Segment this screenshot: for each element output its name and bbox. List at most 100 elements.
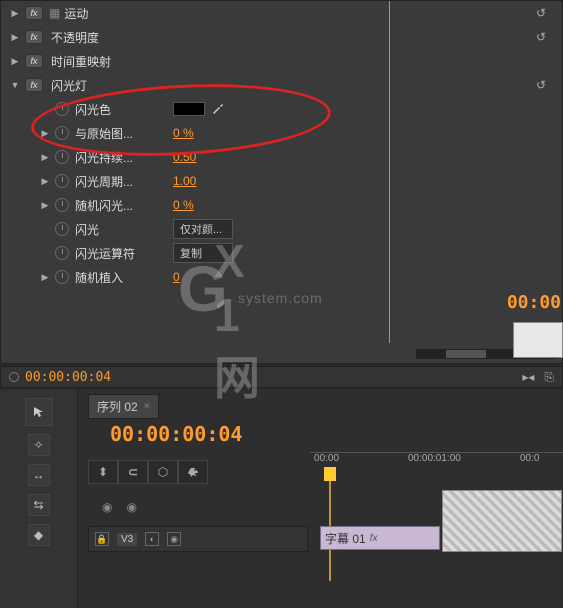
ruler-tick: 00:00: [314, 453, 339, 464]
tab-label: 序列 02: [97, 398, 138, 415]
prop-value[interactable]: 0: [173, 270, 180, 284]
snap-icon[interactable]: ▸◂: [522, 370, 534, 385]
rate-tool[interactable]: ⇆: [28, 494, 50, 516]
tool-column: ✧ ↔ ⇆ ◆: [0, 390, 78, 608]
prop-random: ▶ 随机闪光... 0 %: [1, 193, 562, 217]
eye-icon[interactable]: ◉: [102, 500, 112, 514]
nest-icon[interactable]: ⬍: [88, 460, 118, 484]
settings-icon[interactable]: [178, 460, 208, 484]
ruler-tick: 00:00:01:00: [408, 453, 461, 464]
reset-icon[interactable]: ↺: [532, 5, 550, 21]
prop-label: 随机闪光...: [75, 197, 165, 214]
effect-timeremap[interactable]: ▶ fx 时间重映射: [1, 49, 562, 73]
reset-icon[interactable]: ↺: [532, 29, 550, 45]
stopwatch-icon[interactable]: [55, 102, 69, 116]
twirl-icon[interactable]: ▶: [39, 176, 51, 187]
prop-value[interactable]: 0.50: [173, 150, 196, 164]
timeline-toolbar: ⬍ ⊂ ⬡: [88, 460, 208, 484]
dropdown[interactable]: 仅对颜...: [173, 219, 233, 239]
prop-label: 闪光: [75, 221, 165, 238]
effect-label: 运动: [64, 5, 88, 22]
twirl-icon[interactable]: ▶: [39, 272, 51, 283]
timeline-panel: ✧ ↔ ⇆ ◆ 序列 02 × 00:00:00:04 ⬍ ⊂ ⬡ 00:00 …: [0, 390, 563, 608]
export-icon[interactable]: ⎘: [544, 370, 554, 385]
fx-badge[interactable]: fx: [25, 54, 43, 68]
twirl-icon[interactable]: ▼: [9, 80, 21, 90]
prop-value[interactable]: 0 %: [173, 126, 194, 140]
fx-badge[interactable]: fx: [25, 78, 43, 92]
timeline-timecode[interactable]: 00:00:00:04: [110, 422, 242, 446]
track-header-v3[interactable]: 🔒 V3 ◐ ◉: [88, 526, 308, 552]
playhead-icon[interactable]: [324, 467, 336, 481]
eyedropper-icon[interactable]: [211, 101, 225, 118]
prop-label: 随机植入: [75, 269, 165, 286]
effect-label: 不透明度: [51, 29, 99, 46]
status-timecode[interactable]: 00:00:00:04: [25, 370, 111, 385]
stopwatch-icon[interactable]: [55, 246, 69, 260]
prop-label: 闪光周期...: [75, 173, 165, 190]
ruler-tick: 00:0: [520, 453, 539, 464]
status-bar: 00:00:00:04 ▸◂ ⎘: [0, 366, 563, 388]
prop-label: 闪光运算符: [75, 245, 165, 262]
twirl-icon[interactable]: ▶: [39, 200, 51, 211]
motion-extra-icon: ▦: [49, 6, 60, 20]
prop-seed: ▶ 随机植入 0: [1, 265, 562, 289]
track-select-tool[interactable]: ✧: [28, 434, 50, 456]
stopwatch-icon[interactable]: [55, 126, 69, 140]
close-icon[interactable]: ×: [144, 401, 150, 412]
ripple-tool[interactable]: ↔: [28, 464, 50, 486]
sequence-tab[interactable]: 序列 02 ×: [88, 394, 159, 419]
record-icon[interactable]: [9, 372, 19, 382]
twirl-icon[interactable]: ▶: [39, 152, 51, 163]
prop-strobe-color: 闪光色: [1, 97, 562, 121]
eye-icon[interactable]: ◉: [167, 532, 181, 546]
twirl-icon[interactable]: ▶: [9, 8, 21, 19]
lock-icon[interactable]: 🔒: [95, 532, 109, 546]
selection-tool[interactable]: [25, 398, 53, 426]
prop-operator: 闪光运算符 复制: [1, 241, 562, 265]
eye-icon[interactable]: ◉: [126, 500, 136, 514]
prop-period: ▶ 闪光周期... 1.00: [1, 169, 562, 193]
fx-badge[interactable]: fx: [25, 6, 43, 20]
marker-icon[interactable]: ⬡: [148, 460, 178, 484]
twirl-icon[interactable]: ▶: [9, 56, 21, 67]
twirl-icon[interactable]: ▶: [39, 128, 51, 139]
effects-panel: ▶ fx ▦ 运动 ↺ ▶ fx 不透明度 ↺ ▶ fx 时间重映射 ▼ fx …: [0, 0, 563, 364]
right-timecode: 00:00: [507, 292, 561, 313]
scrollbar-thumb[interactable]: [446, 350, 486, 358]
prop-label: 闪光持续...: [75, 149, 165, 166]
razor-tool[interactable]: ◆: [28, 524, 50, 546]
stopwatch-icon[interactable]: [55, 198, 69, 212]
effect-label: 闪光灯: [51, 77, 87, 94]
prop-duration: ▶ 闪光持续... 0.50: [1, 145, 562, 169]
prop-value[interactable]: 1.00: [173, 174, 196, 188]
track-header-row: ◉ ◉: [88, 496, 308, 518]
snap-icon[interactable]: ⊂: [118, 460, 148, 484]
time-ruler[interactable]: 00:00 00:00:01:00 00:0: [310, 452, 563, 486]
stopwatch-icon[interactable]: [55, 150, 69, 164]
stopwatch-icon[interactable]: [55, 270, 69, 284]
color-swatch[interactable]: [173, 102, 205, 116]
timeline-main: 序列 02 × 00:00:00:04 ⬍ ⊂ ⬡ 00:00 00:00:01…: [80, 390, 563, 608]
prop-strobe-mode: 闪光 仅对颜...: [1, 217, 562, 241]
prop-value[interactable]: 0 %: [173, 198, 194, 212]
playhead-line: [389, 1, 390, 343]
twirl-icon[interactable]: ▶: [9, 32, 21, 43]
prop-blend: ▶ 与原始图... 0 %: [1, 121, 562, 145]
track-label[interactable]: V3: [117, 533, 137, 546]
effect-strobe[interactable]: ▼ fx 闪光灯 ↺: [1, 73, 562, 97]
stopwatch-icon[interactable]: [55, 222, 69, 236]
clip-thumb: [442, 490, 562, 552]
stopwatch-icon[interactable]: [55, 174, 69, 188]
toggle-icon[interactable]: ◐: [145, 532, 159, 546]
effect-label: 时间重映射: [51, 53, 111, 70]
track-area: ◉ ◉ 🔒 V3 ◐ ◉ 字幕 01 fx: [88, 490, 563, 608]
clip-name: 字幕 01: [325, 530, 366, 547]
fx-badge[interactable]: fx: [25, 30, 43, 44]
prop-label: 与原始图...: [75, 125, 165, 142]
effect-motion[interactable]: ▶ fx ▦ 运动 ↺: [1, 1, 562, 25]
clip-subtitle[interactable]: 字幕 01 fx: [320, 526, 440, 550]
dropdown[interactable]: 复制: [173, 243, 233, 263]
reset-icon[interactable]: ↺: [532, 77, 550, 93]
effect-opacity[interactable]: ▶ fx 不透明度 ↺: [1, 25, 562, 49]
